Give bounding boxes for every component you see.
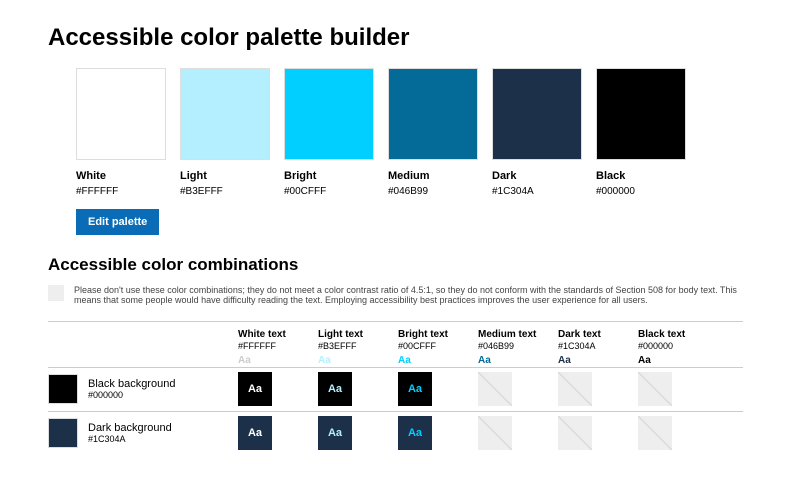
combo-cell-unavailable bbox=[638, 372, 672, 406]
combo-cell: Aa bbox=[318, 416, 352, 450]
page-title: Accessible color palette builder bbox=[48, 24, 743, 52]
combo-cell: Aa bbox=[318, 372, 352, 406]
row-header: Dark background#1C304A bbox=[48, 413, 238, 453]
column-hex: #1C304A bbox=[558, 341, 638, 353]
combo-cell-unavailable bbox=[478, 416, 512, 450]
column-name: White text bbox=[238, 328, 318, 341]
swatch-hex: #FFFFFF bbox=[76, 186, 166, 197]
swatch-hex: #00CFFF bbox=[284, 186, 374, 197]
swatch-color bbox=[492, 68, 582, 160]
swatch-item: Dark #1C304A bbox=[492, 68, 582, 197]
combo-cell-unavailable bbox=[478, 372, 512, 406]
column-sample: Aa bbox=[558, 354, 638, 367]
swatch-item: Medium #046B99 bbox=[388, 68, 478, 197]
row-name: Dark background bbox=[88, 422, 172, 434]
column-hex: #000000 bbox=[638, 341, 718, 353]
row-color-chip bbox=[48, 418, 78, 448]
column-header: Dark text#1C304AAa bbox=[558, 328, 638, 367]
swatch-color bbox=[596, 68, 686, 160]
disclaimer: Please don't use these color combination… bbox=[48, 283, 743, 313]
swatch-item: Bright #00CFFF bbox=[284, 68, 374, 197]
matrix-row: Dark background#1C304AAaAaAa bbox=[48, 411, 743, 455]
column-name: Dark text bbox=[558, 328, 638, 341]
swatch-item: White #FFFFFF bbox=[76, 68, 166, 197]
combo-cell: Aa bbox=[238, 372, 272, 406]
column-header: Light text#B3EFFFAa bbox=[318, 328, 398, 367]
column-sample: Aa bbox=[238, 354, 318, 367]
color-matrix: White text#FFFFFFAaLight text#B3EFFFAaBr… bbox=[48, 321, 743, 455]
swatch-name: Black bbox=[596, 170, 686, 182]
combo-cell: Aa bbox=[238, 416, 272, 450]
column-header: Medium text#046B99Aa bbox=[478, 328, 558, 367]
swatch-color bbox=[180, 68, 270, 160]
swatch-item: Light #B3EFFF bbox=[180, 68, 270, 197]
combo-cell-unavailable bbox=[638, 416, 672, 450]
swatch-color bbox=[76, 68, 166, 160]
row-header: Black background#000000 bbox=[48, 369, 238, 409]
row-color-chip bbox=[48, 374, 78, 404]
column-name: Medium text bbox=[478, 328, 558, 341]
column-header: White text#FFFFFFAa bbox=[238, 328, 318, 367]
column-hex: #00CFFF bbox=[398, 341, 478, 353]
column-name: Black text bbox=[638, 328, 718, 341]
row-hex: #000000 bbox=[88, 390, 175, 400]
row-hex: #1C304A bbox=[88, 434, 172, 444]
edit-palette-button[interactable]: Edit palette bbox=[76, 209, 159, 235]
combo-cell-unavailable bbox=[558, 416, 592, 450]
column-name: Bright text bbox=[398, 328, 478, 341]
column-hex: #046B99 bbox=[478, 341, 558, 353]
swatch-hex: #000000 bbox=[596, 186, 686, 197]
matrix-header-row: White text#FFFFFFAaLight text#B3EFFFAaBr… bbox=[48, 321, 743, 367]
column-sample: Aa bbox=[318, 354, 398, 367]
swatch-name: Light bbox=[180, 170, 270, 182]
disclaimer-icon bbox=[48, 285, 64, 301]
swatch-item: Black #000000 bbox=[596, 68, 686, 197]
column-header: Black text#000000Aa bbox=[638, 328, 718, 367]
column-header: Bright text#00CFFFAa bbox=[398, 328, 478, 367]
swatch-hex: #046B99 bbox=[388, 186, 478, 197]
swatch-color bbox=[388, 68, 478, 160]
column-hex: #FFFFFF bbox=[238, 341, 318, 353]
column-name: Light text bbox=[318, 328, 398, 341]
swatch-hex: #B3EFFF bbox=[180, 186, 270, 197]
column-sample: Aa bbox=[398, 354, 478, 367]
combinations-title: Accessible color combinations bbox=[48, 255, 743, 275]
swatch-color bbox=[284, 68, 374, 160]
combo-cell: Aa bbox=[398, 416, 432, 450]
column-sample: Aa bbox=[478, 354, 558, 367]
swatch-row: White #FFFFFF Light #B3EFFF Bright #00CFFF Med… bbox=[76, 68, 743, 197]
swatch-name: Medium bbox=[388, 170, 478, 182]
swatch-name: Dark bbox=[492, 170, 582, 182]
combo-cell: Aa bbox=[398, 372, 432, 406]
column-sample: Aa bbox=[638, 354, 718, 367]
matrix-row: Black background#000000AaAaAa bbox=[48, 367, 743, 411]
swatch-name: White bbox=[76, 170, 166, 182]
row-name: Black background bbox=[88, 378, 175, 390]
column-hex: #B3EFFF bbox=[318, 341, 398, 353]
swatch-hex: #1C304A bbox=[492, 186, 582, 197]
combo-cell-unavailable bbox=[558, 372, 592, 406]
disclaimer-text: Please don't use these color combination… bbox=[74, 285, 743, 305]
swatch-name: Bright bbox=[284, 170, 374, 182]
